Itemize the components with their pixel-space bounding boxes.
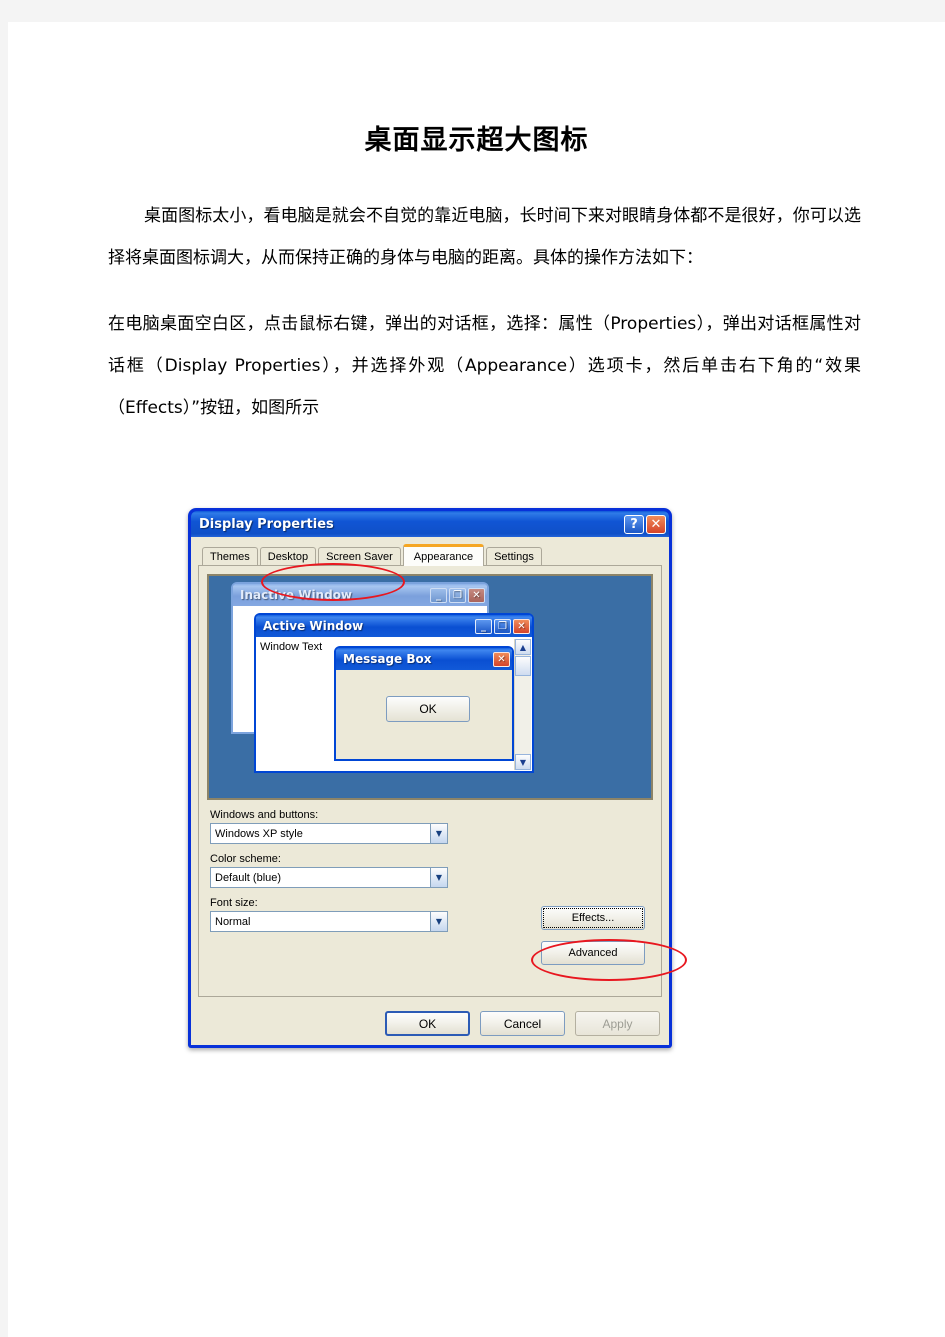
close-icon: ✕ bbox=[468, 587, 485, 603]
windows-and-buttons-select[interactable]: Windows XP style ▼ bbox=[210, 823, 448, 844]
active-window-titlebar: Active Window _ ❐ ✕ bbox=[256, 615, 532, 637]
document-page: 桌面显示超大图标 桌面图标太小，看电脑是就会不自觉的靠近电脑，长时间下来对眼睛身… bbox=[8, 22, 945, 1337]
windows-and-buttons-value: Windows XP style bbox=[215, 827, 303, 840]
scroll-down-icon: ▼ bbox=[515, 754, 531, 770]
windows-and-buttons-label: Windows and buttons: bbox=[210, 809, 319, 821]
color-scheme-label: Color scheme: bbox=[210, 853, 281, 865]
help-icon[interactable]: ? bbox=[624, 514, 644, 534]
chevron-down-icon[interactable]: ▼ bbox=[430, 912, 447, 931]
chevron-down-icon[interactable]: ▼ bbox=[430, 824, 447, 843]
tab-screen-saver[interactable]: Screen Saver bbox=[318, 547, 401, 565]
maximize-icon: ❐ bbox=[494, 618, 511, 634]
font-size-select[interactable]: Normal ▼ bbox=[210, 911, 448, 932]
message-box-titlebar: Message Box ✕ bbox=[336, 648, 512, 670]
ok-button[interactable]: OK bbox=[385, 1011, 470, 1036]
message-box-title: Message Box bbox=[343, 652, 432, 666]
paragraph-intro: 桌面图标太小，看电脑是就会不自觉的靠近电脑，长时间下来对眼睛身体都不是很好，你可… bbox=[108, 206, 861, 268]
font-size-value: Normal bbox=[215, 915, 251, 928]
minimize-icon: _ bbox=[430, 587, 447, 603]
dialog-titlebar: Display Properties ? ✕ bbox=[191, 511, 669, 537]
minimize-icon: _ bbox=[475, 618, 492, 634]
close-icon: ✕ bbox=[493, 651, 510, 667]
close-icon: ✕ bbox=[513, 618, 530, 634]
advanced-button[interactable]: Advanced bbox=[541, 941, 645, 965]
dialog-title: Display Properties bbox=[199, 516, 334, 532]
cancel-button[interactable]: Cancel bbox=[480, 1011, 565, 1036]
tab-settings[interactable]: Settings bbox=[486, 547, 542, 565]
display-properties-dialog: Display Properties ? ✕ Themes Desktop Sc… bbox=[188, 508, 672, 1048]
close-icon[interactable]: ✕ bbox=[646, 514, 666, 534]
active-window-title: Active Window bbox=[263, 619, 364, 633]
appearance-preview[interactable]: Inactive Window _ ❐ ✕ Active Window _ ❐ … bbox=[207, 574, 653, 800]
inactive-window-title: Inactive Window bbox=[240, 588, 353, 602]
dialog-footer: OK Cancel Apply bbox=[385, 1011, 660, 1036]
scroll-up-icon: ▲ bbox=[515, 639, 531, 655]
page-title: 桌面显示超大图标 bbox=[364, 125, 589, 156]
color-scheme-select[interactable]: Default (blue) ▼ bbox=[210, 867, 448, 888]
tab-desktop[interactable]: Desktop bbox=[259, 547, 317, 565]
appearance-tab-panel: Inactive Window _ ❐ ✕ Active Window _ ❐ … bbox=[198, 565, 662, 997]
tab-themes[interactable]: Themes bbox=[202, 547, 258, 565]
active-window-body-text: Window Text bbox=[260, 641, 323, 653]
inactive-window-titlebar: Inactive Window _ ❐ ✕ bbox=[233, 584, 487, 606]
tab-appearance[interactable]: Appearance bbox=[402, 544, 485, 566]
scrollbar-thumb bbox=[515, 656, 531, 676]
maximize-icon: ❐ bbox=[449, 587, 466, 603]
preview-scrollbar: ▲ ▼ bbox=[514, 639, 531, 770]
paragraph-steps: 在电脑桌面空白区，点击鼠标右键，弹出的对话框，选择：属性（Properties）… bbox=[108, 314, 861, 418]
chevron-down-icon[interactable]: ▼ bbox=[430, 868, 447, 887]
message-box-ok-button: OK bbox=[386, 696, 470, 722]
color-scheme-value: Default (blue) bbox=[215, 871, 282, 884]
tab-strip: Themes Desktop Screen Saver Appearance S… bbox=[198, 543, 662, 566]
preview-message-box: Message Box ✕ OK bbox=[334, 646, 514, 761]
effects-button[interactable]: Effects... bbox=[541, 906, 645, 930]
dialog-body: Themes Desktop Screen Saver Appearance S… bbox=[191, 537, 669, 1045]
apply-button: Apply bbox=[575, 1011, 660, 1036]
